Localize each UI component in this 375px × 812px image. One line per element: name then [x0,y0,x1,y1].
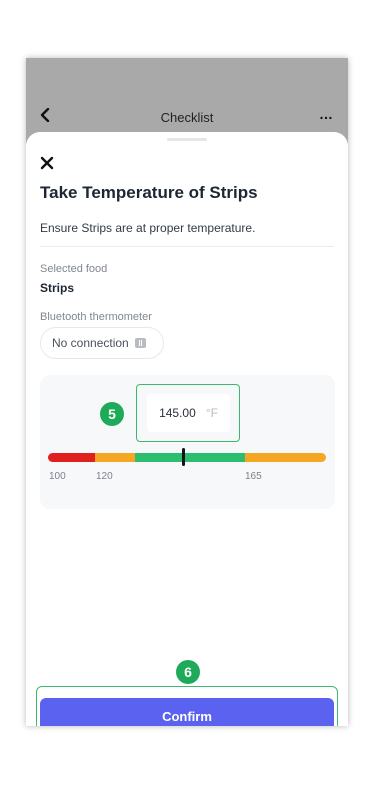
temperature-value: 145.00 [159,406,196,420]
scale-tick-label: 165 [245,471,262,482]
bluetooth-icon [134,338,146,348]
confirm-button[interactable]: Confirm [40,698,334,726]
scale-tick-label: 120 [96,471,113,482]
phone-frame: Checklist … Take Temperature of Strips E… [26,58,348,726]
bottom-sheet: Take Temperature of Strips Ensure Strips… [26,132,348,726]
selected-food-value: Strips [40,281,75,295]
divider [40,246,334,247]
scale-segment-low [48,453,95,462]
more-options-icon[interactable]: … [319,106,334,122]
close-icon[interactable] [40,156,56,172]
scale-segment-warn [95,453,135,462]
thermometer-status: No connection [52,336,129,350]
scale-segment-high [245,453,326,462]
temperature-input[interactable]: 145.00 °F [147,394,230,432]
thermometer-connection-pill[interactable]: No connection [40,327,164,359]
page-subtitle: Ensure Strips are at proper temperature. [40,221,256,235]
thermometer-label: Bluetooth thermometer [40,311,152,323]
scale-segment-ok [135,453,245,462]
step-badge-5: 5 [100,402,124,426]
temperature-card: 5 145.00 °F 100 120 165 [40,375,335,509]
scale-tick-label: 100 [49,471,66,482]
temperature-marker[interactable] [182,448,185,466]
sheet-drag-handle[interactable] [167,138,207,141]
header-title: Checklist [160,110,214,125]
temperature-unit: °F [205,406,218,420]
step-badge-6: 6 [176,660,200,684]
selected-food-label: Selected food [40,263,108,275]
page-title: Take Temperature of Strips [40,183,258,202]
temperature-scale [48,453,326,462]
